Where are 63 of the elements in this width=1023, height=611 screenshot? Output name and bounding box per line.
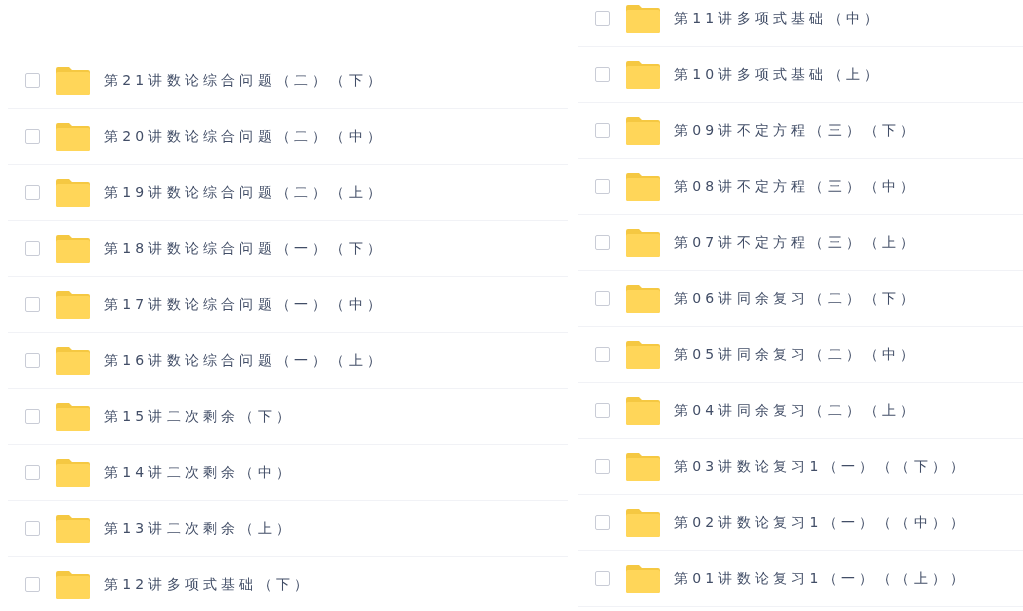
checkbox[interactable] (595, 67, 610, 82)
folder-icon (56, 514, 90, 543)
folder-name[interactable]: 第01讲数论复习1（一）（（上）） (674, 569, 969, 588)
folder-name[interactable]: 第02讲数论复习1（一）（（中）） (674, 513, 969, 532)
checkbox[interactable] (595, 291, 610, 306)
checkbox[interactable] (25, 241, 40, 256)
folder-name[interactable]: 第12讲多项式基础（下） (104, 575, 313, 594)
folder-name[interactable]: 第10讲多项式基础（上） (674, 65, 883, 84)
folder-icon (56, 234, 90, 263)
checkbox[interactable] (25, 185, 40, 200)
folder-name[interactable]: 第03讲数论复习1（一）（（下）） (674, 457, 969, 476)
folder-name[interactable]: 第04讲同余复习（二）（上） (674, 401, 919, 420)
folder-name[interactable]: 第08讲不定方程（三）（中） (674, 177, 919, 196)
checkbox[interactable] (595, 179, 610, 194)
checkbox[interactable] (25, 465, 40, 480)
folder-icon (56, 290, 90, 319)
folder-icon (56, 346, 90, 375)
checkbox[interactable] (595, 459, 610, 474)
folder-name[interactable]: 第06讲同余复习（二）（下） (674, 289, 919, 308)
checkbox[interactable] (595, 571, 610, 586)
folder-name[interactable]: 第20讲数论综合问题（二）（中） (104, 127, 385, 146)
checkbox[interactable] (25, 353, 40, 368)
checkbox[interactable] (595, 347, 610, 362)
checkbox[interactable] (595, 123, 610, 138)
folder-name[interactable]: 第17讲数论综合问题（一）（中） (104, 295, 385, 314)
checkbox[interactable] (595, 235, 610, 250)
folder-name[interactable]: 第14讲二次剩余（中） (104, 463, 294, 482)
folder-icon (56, 570, 90, 599)
folder-icon (626, 284, 660, 313)
folder-name[interactable]: 第11讲多项式基础（中） (674, 9, 883, 28)
folder-name[interactable]: 第15讲二次剩余（下） (104, 407, 294, 426)
folder-icon (56, 402, 90, 431)
folder-icon (626, 172, 660, 201)
checkbox[interactable] (595, 515, 610, 530)
folder-icon (626, 508, 660, 537)
folder-name[interactable]: 第16讲数论综合问题（一）（上） (104, 351, 385, 370)
folder-icon (56, 122, 90, 151)
folder-name[interactable]: 第13讲二次剩余（上） (104, 519, 294, 538)
folder-icon (626, 340, 660, 369)
folder-icon (56, 178, 90, 207)
checkbox[interactable] (595, 11, 610, 26)
folder-name[interactable]: 第18讲数论综合问题（一）（下） (104, 239, 385, 258)
folder-name[interactable]: 第19讲数论综合问题（二）（上） (104, 183, 385, 202)
folder-icon (626, 564, 660, 593)
checkbox[interactable] (25, 577, 40, 592)
checkbox[interactable] (25, 521, 40, 536)
checkbox[interactable] (25, 409, 40, 424)
checkbox[interactable] (25, 129, 40, 144)
folder-icon (626, 228, 660, 257)
folder-icon (626, 60, 660, 89)
folder-icon (626, 396, 660, 425)
folder-icon (56, 458, 90, 487)
folder-name[interactable]: 第07讲不定方程（三）（上） (674, 233, 919, 252)
checkbox[interactable] (25, 73, 40, 88)
folder-name[interactable]: 第21讲数论综合问题（二）（下） (104, 71, 385, 90)
folder-icon (626, 116, 660, 145)
folder-icon (56, 66, 90, 95)
folder-name[interactable]: 第05讲同余复习（二）（中） (674, 345, 919, 364)
checkbox[interactable] (25, 297, 40, 312)
folder-icon (626, 4, 660, 33)
folder-name[interactable]: 第09讲不定方程（三）（下） (674, 121, 919, 140)
checkbox[interactable] (595, 403, 610, 418)
folder-icon (626, 452, 660, 481)
